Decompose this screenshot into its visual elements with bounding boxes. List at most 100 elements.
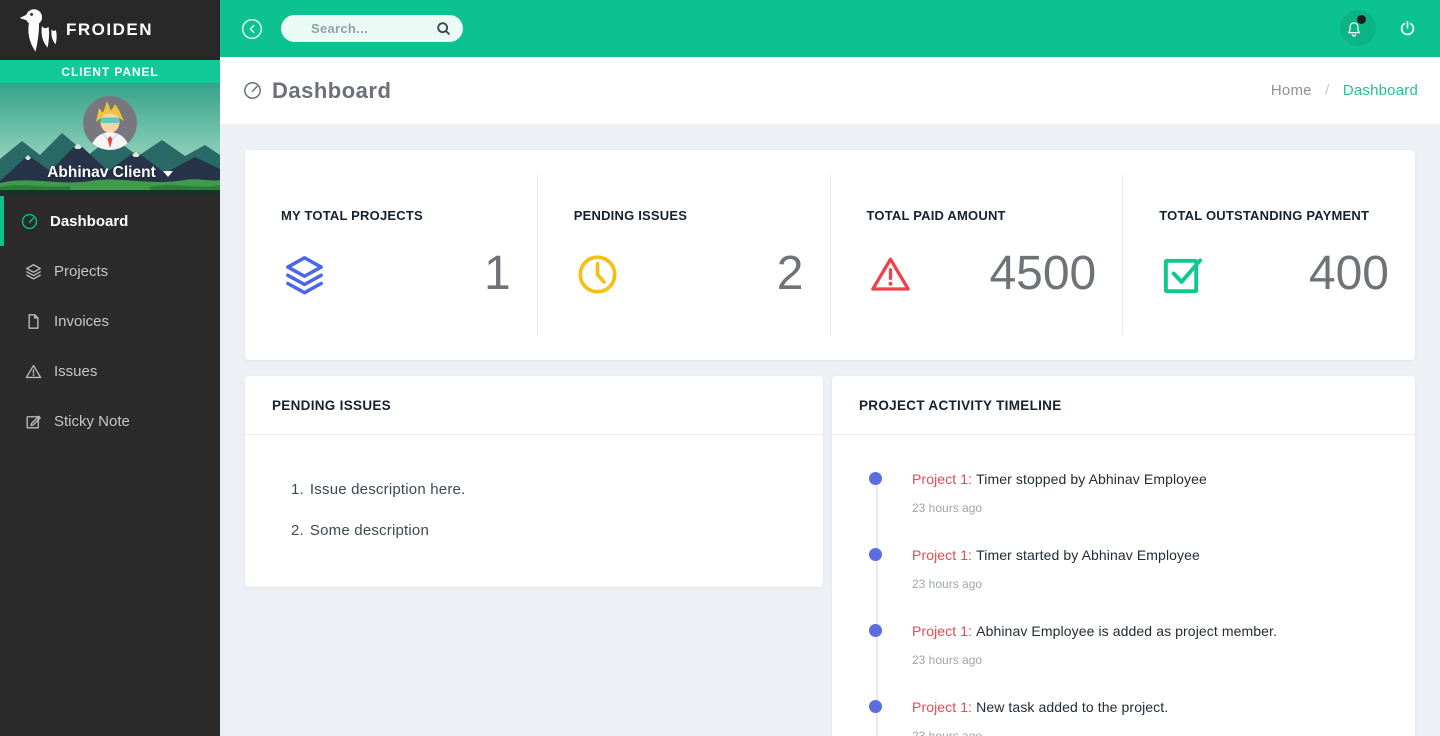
page-header: Dashboard Home / Dashboard xyxy=(220,57,1440,124)
stat-label: PENDING ISSUES xyxy=(574,208,804,223)
sidebar-item-dashboard[interactable]: Dashboard xyxy=(0,196,220,246)
pending-issues-panel: PENDING ISSUES 1. Issue description here.… xyxy=(245,376,823,587)
bird-logo-icon xyxy=(10,6,58,54)
sidebar-item-projects[interactable]: Projects xyxy=(0,246,220,296)
main-column: Dashboard Home / Dashboard MY TOTAL PROJ… xyxy=(220,0,1440,736)
list-item: 1. Issue description here. xyxy=(291,481,803,498)
breadcrumb-home-link[interactable]: Home xyxy=(1271,82,1312,99)
sidebar: FROIDEN CLIENT PANEL xyxy=(0,0,220,736)
sidebar-item-issues[interactable]: Issues xyxy=(0,346,220,396)
timeline-event-text: Timer stopped by Abhinav Employee xyxy=(976,471,1207,487)
brand-name: FROIDEN xyxy=(66,20,153,40)
project-activity-timeline-panel: PROJECT ACTIVITY TIMELINE Project 1:Time… xyxy=(832,376,1415,736)
brand-logo-bar[interactable]: FROIDEN xyxy=(0,0,220,60)
client-panel-app: FROIDEN CLIENT PANEL xyxy=(0,0,1440,736)
stat-value: 4500 xyxy=(989,248,1096,300)
timeline-title: PROJECT ACTIVITY TIMELINE xyxy=(832,376,1415,435)
timeline-dot-icon xyxy=(869,700,882,713)
sidebar-item-label: Projects xyxy=(54,263,108,280)
sidebar-item-label: Sticky Note xyxy=(54,413,130,430)
breadcrumb-current: Dashboard xyxy=(1343,82,1418,99)
timeline-timestamp: 23 hours ago xyxy=(912,501,1391,515)
breadcrumb-separator: / xyxy=(1325,82,1329,99)
timeline-text: Project 1:New task added to the project. xyxy=(912,699,1391,715)
pending-issues-title: PENDING ISSUES xyxy=(245,376,823,435)
page-title: Dashboard xyxy=(272,78,391,104)
list-item: 2. Some description xyxy=(291,522,803,539)
stat-label: MY TOTAL PROJECTS xyxy=(281,208,511,223)
topbar xyxy=(220,0,1440,57)
user-name: Abhinav Client xyxy=(47,164,156,182)
issue-text: Some description xyxy=(310,522,429,539)
timeline-item: Project 1:Abhinav Employee is added as p… xyxy=(832,623,1391,667)
topbar-actions xyxy=(1343,18,1420,40)
panel-label: CLIENT PANEL xyxy=(61,65,158,79)
search-icon[interactable] xyxy=(435,20,452,37)
timeline-dot-icon xyxy=(869,624,882,637)
project-link[interactable]: Project 1: xyxy=(912,699,972,715)
project-link[interactable]: Project 1: xyxy=(912,547,972,563)
timeline-item: Project 1:Timer started by Abhinav Emplo… xyxy=(832,547,1391,591)
sidebar-item-label: Issues xyxy=(54,363,97,380)
notification-badge xyxy=(1357,15,1366,24)
note-edit-icon xyxy=(24,412,43,431)
stat-label: TOTAL OUTSTANDING PAYMENT xyxy=(1159,208,1389,223)
clock-icon xyxy=(574,251,621,298)
stat-my-total-projects: MY TOTAL PROJECTS 1 xyxy=(245,175,538,335)
warning-triangle-icon xyxy=(24,362,43,381)
stat-pending-issues: PENDING ISSUES 2 xyxy=(538,175,831,335)
sidebar-item-label: Dashboard xyxy=(50,213,128,230)
alert-triangle-icon xyxy=(867,251,914,298)
timeline-text: Project 1:Abhinav Employee is added as p… xyxy=(912,623,1391,639)
timeline-dot-icon xyxy=(869,472,882,485)
avatar[interactable] xyxy=(83,96,137,150)
project-link[interactable]: Project 1: xyxy=(912,471,972,487)
stat-total-outstanding-payment: TOTAL OUTSTANDING PAYMENT 400 xyxy=(1123,175,1415,335)
layers-icon xyxy=(281,251,328,298)
chevron-down-icon xyxy=(163,171,173,177)
check-square-icon xyxy=(1159,251,1206,298)
stat-label: TOTAL PAID AMOUNT xyxy=(867,208,1097,223)
issue-text: Issue description here. xyxy=(310,481,466,498)
speedometer-icon xyxy=(242,80,263,101)
timeline-text: Project 1:Timer started by Abhinav Emplo… xyxy=(912,547,1391,563)
pending-issues-list: 1. Issue description here. 2. Some descrip… xyxy=(245,435,823,539)
stat-value: 400 xyxy=(1309,248,1389,300)
issue-number: 1. xyxy=(291,481,304,498)
content-area: MY TOTAL PROJECTS 1 PENDING ISSUES xyxy=(220,124,1440,736)
user-dropdown[interactable]: Abhinav Client xyxy=(0,164,220,182)
file-icon xyxy=(24,312,43,331)
search-input[interactable] xyxy=(311,21,441,36)
stat-value: 1 xyxy=(484,248,511,300)
bell-icon[interactable] xyxy=(1343,18,1365,40)
layers-icon xyxy=(24,262,43,281)
sidebar-item-invoices[interactable]: Invoices xyxy=(0,296,220,346)
timeline-timestamp: 23 hours ago xyxy=(912,729,1391,736)
breadcrumb: Home / Dashboard xyxy=(1271,82,1418,99)
timeline-event-text: New task added to the project. xyxy=(976,699,1168,715)
collapse-arrow-circle-icon[interactable] xyxy=(240,17,264,41)
power-icon[interactable] xyxy=(1398,19,1417,38)
timeline-item: Project 1:New task added to the project.… xyxy=(832,699,1391,736)
timeline-item: Project 1:Timer stopped by Abhinav Emplo… xyxy=(832,471,1391,515)
avatar-illustration xyxy=(83,96,137,150)
speedometer-icon xyxy=(20,212,39,231)
project-link[interactable]: Project 1: xyxy=(912,623,972,639)
timeline-text: Project 1:Timer stopped by Abhinav Emplo… xyxy=(912,471,1391,487)
stat-value: 2 xyxy=(777,248,804,300)
stat-total-paid-amount: TOTAL PAID AMOUNT 4500 xyxy=(831,175,1124,335)
timeline-dot-icon xyxy=(869,548,882,561)
timeline-event-text: Abhinav Employee is added as project mem… xyxy=(976,623,1277,639)
timeline-list: Project 1:Timer stopped by Abhinav Emplo… xyxy=(832,435,1415,736)
search-bar xyxy=(281,15,463,42)
panel-label-bar: CLIENT PANEL xyxy=(0,60,220,83)
sidebar-item-label: Invoices xyxy=(54,313,109,330)
issue-number: 2. xyxy=(291,522,304,539)
profile-section: Abhinav Client xyxy=(0,83,220,194)
stats-card: MY TOTAL PROJECTS 1 PENDING ISSUES xyxy=(245,150,1415,360)
bottom-row: PENDING ISSUES 1. Issue description here.… xyxy=(245,376,1415,736)
timeline-event-text: Timer started by Abhinav Employee xyxy=(976,547,1200,563)
sidebar-item-sticky-note[interactable]: Sticky Note xyxy=(0,396,220,446)
sidebar-menu: Dashboard Projects Invoices Issues xyxy=(0,194,220,736)
timeline-timestamp: 23 hours ago xyxy=(912,577,1391,591)
